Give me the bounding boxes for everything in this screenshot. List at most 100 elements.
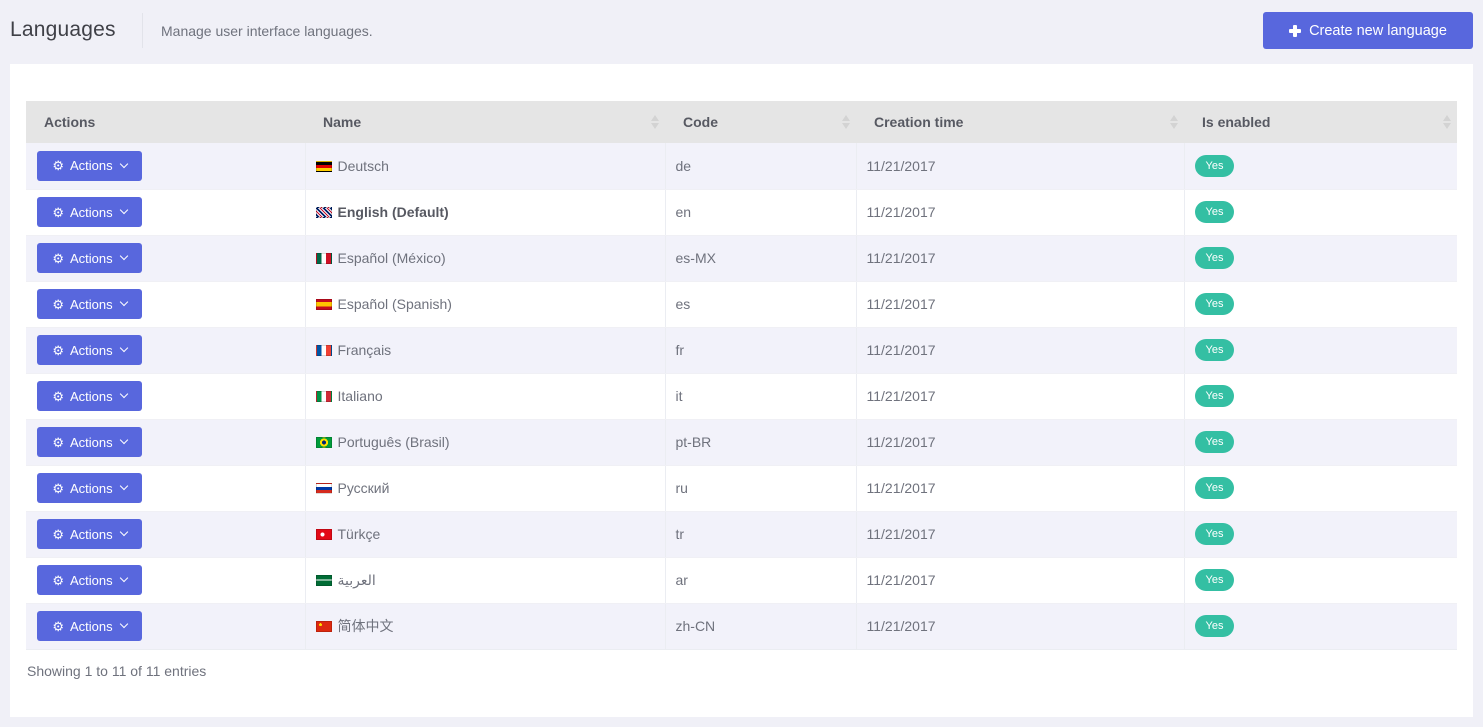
- gear-icon: ⚙: [52, 434, 64, 450]
- status-badge: Yes: [1194, 154, 1235, 177]
- table-body: ⚙ Actions Deutsch de 11/21/2017 Yes ⚙ Actions En…: [26, 143, 1457, 650]
- table-row: ⚙ Actions Español (México) es-MX 11/21/2017 Y…: [26, 235, 1457, 282]
- language-name: Русский: [337, 480, 390, 496]
- actions-label: Actions: [70, 342, 113, 358]
- column-header-code[interactable]: Code: [665, 101, 856, 143]
- creation-time-cell: 11/21/2017: [855, 511, 1184, 558]
- actions-label: Actions: [70, 618, 113, 634]
- code-cell: pt-BR: [664, 419, 856, 466]
- chevron-down-icon: [119, 251, 128, 261]
- creation-time-cell: 11/21/2017: [855, 557, 1184, 604]
- actions-dropdown-button[interactable]: ⚙ Actions: [37, 335, 142, 365]
- actions-dropdown-button[interactable]: ⚙ Actions: [37, 519, 142, 549]
- code-cell: es-MX: [664, 235, 856, 282]
- flag-icon: [315, 391, 332, 402]
- create-new-language-button[interactable]: Create new language: [1263, 12, 1473, 49]
- table-row: ⚙ Actions 简体中文 zh-CN 11/21/2017 Yes: [26, 603, 1457, 650]
- actions-label: Actions: [70, 480, 113, 496]
- is-enabled-cell: Yes: [1183, 189, 1457, 236]
- table-row: ⚙ Actions Français fr 11/21/2017 Yes: [26, 327, 1457, 374]
- create-new-language-label: Create new language: [1309, 22, 1447, 39]
- name-cell: Português (Brasil): [304, 419, 665, 466]
- subheader: Languages Manage user interface language…: [0, 0, 1483, 62]
- language-name: Italiano: [337, 388, 383, 404]
- actions-dropdown-button[interactable]: ⚙ Actions: [37, 611, 142, 641]
- column-header-name[interactable]: Name: [305, 101, 665, 143]
- creation-time-cell: 11/21/2017: [855, 327, 1184, 374]
- status-badge: Yes: [1194, 339, 1235, 361]
- chevron-down-icon: [119, 527, 128, 537]
- plus-icon: [1289, 24, 1302, 37]
- actions-dropdown-button[interactable]: ⚙ Actions: [37, 381, 142, 411]
- language-name: Español (México): [337, 250, 446, 266]
- actions-dropdown-button[interactable]: ⚙ Actions: [37, 289, 142, 319]
- name-cell: English (Default): [304, 189, 665, 236]
- language-name: Türkçe: [337, 526, 381, 542]
- language-name: 简体中文: [337, 618, 394, 634]
- code-cell: it: [664, 373, 856, 420]
- actions-cell: ⚙ Actions: [26, 281, 305, 328]
- table-info: Showing 1 to 11 of 11 entries: [27, 663, 207, 679]
- actions-cell: ⚙ Actions: [26, 327, 305, 374]
- gear-icon: ⚙: [52, 296, 64, 312]
- actions-dropdown-button[interactable]: ⚙ Actions: [37, 473, 142, 503]
- name-cell: Español (México): [304, 235, 665, 282]
- language-name: Português (Brasil): [337, 434, 450, 450]
- flag-icon: [315, 207, 332, 218]
- chevron-down-icon: [119, 297, 128, 307]
- chevron-down-icon: [119, 481, 128, 491]
- name-cell: Italiano: [304, 373, 665, 420]
- flag-icon: [315, 437, 332, 448]
- code-cell: ar: [664, 557, 856, 604]
- sort-icon: [1170, 115, 1178, 129]
- gear-icon: ⚙: [52, 204, 64, 220]
- page-title: Languages: [10, 18, 116, 41]
- flag-icon: [315, 299, 332, 310]
- gear-icon: ⚙: [52, 480, 64, 496]
- is-enabled-cell: Yes: [1183, 557, 1457, 604]
- language-name: Français: [337, 342, 392, 358]
- actions-cell: ⚙ Actions: [26, 235, 305, 282]
- actions-dropdown-button[interactable]: ⚙ Actions: [37, 565, 142, 595]
- gear-icon: ⚙: [52, 572, 64, 588]
- flag-icon: [315, 529, 332, 540]
- actions-label: Actions: [70, 158, 113, 174]
- name-cell: 简体中文: [304, 603, 665, 650]
- languages-portlet: Actions Name Code Creation time Is enabl…: [10, 64, 1473, 717]
- name-cell: Français: [304, 327, 665, 374]
- actions-cell: ⚙ Actions: [26, 143, 305, 190]
- gear-icon: ⚙: [52, 342, 64, 358]
- actions-dropdown-button[interactable]: ⚙ Actions: [37, 427, 142, 457]
- actions-label: Actions: [70, 572, 113, 588]
- gear-icon: ⚙: [52, 526, 64, 542]
- gear-icon: ⚙: [52, 618, 64, 634]
- status-badge: Yes: [1194, 385, 1235, 407]
- is-enabled-cell: Yes: [1183, 511, 1457, 558]
- is-enabled-cell: Yes: [1183, 281, 1457, 328]
- page-description: Manage user interface languages.: [161, 23, 373, 39]
- actions-dropdown-button[interactable]: ⚙ Actions: [37, 243, 142, 273]
- column-header-creation-time[interactable]: Creation time: [856, 101, 1184, 143]
- table-row: ⚙ Actions العربية ar 11/21/2017 Yes: [26, 557, 1457, 604]
- actions-label: Actions: [70, 296, 113, 312]
- actions-label: Actions: [70, 250, 113, 266]
- gear-icon: ⚙: [52, 388, 64, 404]
- creation-time-cell: 11/21/2017: [855, 189, 1184, 236]
- name-cell: Deutsch: [304, 143, 665, 190]
- actions-dropdown-button[interactable]: ⚙ Actions: [37, 150, 142, 181]
- creation-time-cell: 11/21/2017: [855, 143, 1184, 190]
- actions-dropdown-button[interactable]: ⚙ Actions: [37, 197, 142, 227]
- creation-time-cell: 11/21/2017: [855, 281, 1184, 328]
- flag-icon: [315, 160, 332, 172]
- status-badge: Yes: [1194, 247, 1235, 269]
- chevron-down-icon: [119, 205, 128, 215]
- column-header-is-enabled[interactable]: Is enabled: [1184, 101, 1457, 143]
- table-row: ⚙ Actions Português (Brasil) pt-BR 11/21/201…: [26, 419, 1457, 466]
- creation-time-cell: 11/21/2017: [855, 603, 1184, 650]
- creation-time-cell: 11/21/2017: [855, 419, 1184, 466]
- status-badge: Yes: [1194, 569, 1235, 591]
- actions-label: Actions: [70, 526, 113, 542]
- actions-label: Actions: [70, 434, 113, 450]
- table-row: ⚙ Actions English (Default) en 11/21/2017 Yes: [26, 189, 1457, 236]
- chevron-down-icon: [119, 435, 128, 445]
